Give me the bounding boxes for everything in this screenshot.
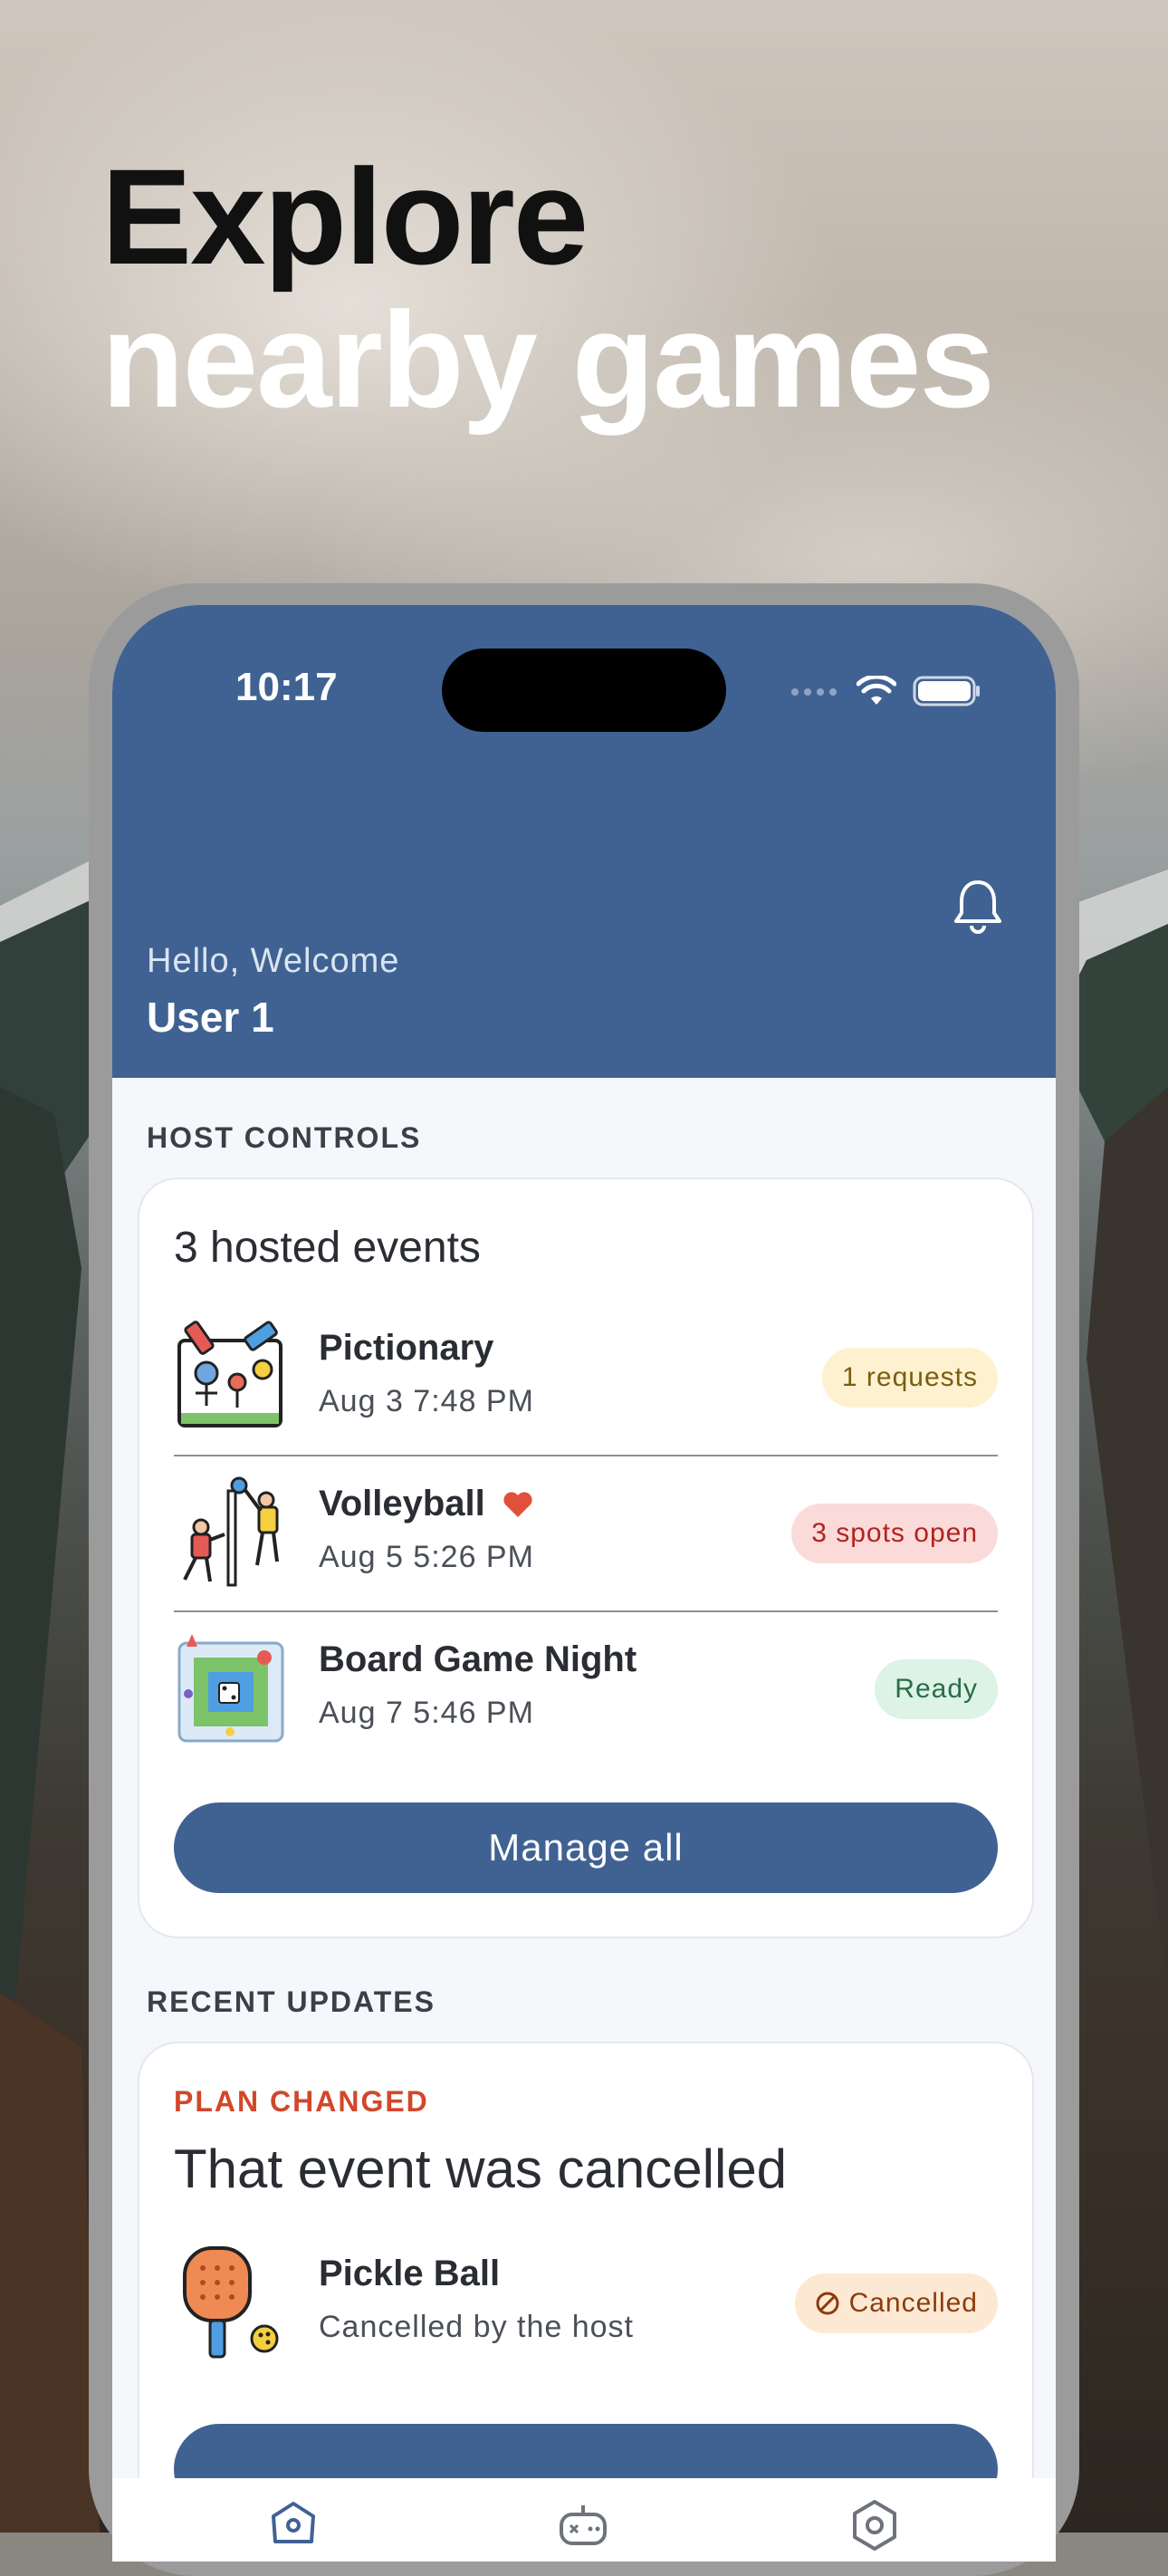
cancelled-badge: Cancelled [794, 2273, 998, 2333]
host-controls-label: HOST CONTROLS [147, 1121, 422, 1154]
event-row-volleyball[interactable]: Volleyball Aug 5 5:26 PM 3 spots open [174, 1456, 998, 1612]
hosted-events-card: 3 hosted events Pictionary Aug 3 7:48 PM… [138, 1177, 1034, 1938]
event-name-wrap: Volleyball [319, 1484, 534, 1524]
pickleball-icon [183, 2246, 279, 2359]
event-time: Aug 3 7:48 PM [319, 1384, 534, 1418]
heart-icon[interactable] [502, 1490, 534, 1519]
cancel-icon [816, 2292, 839, 2315]
event-name: Volleyball [319, 1484, 485, 1523]
event-name: Board Game Night [319, 1639, 637, 1679]
hosted-events-title: 3 hosted events [174, 1224, 481, 1272]
greeting-text: Hello, Welcome [147, 942, 400, 980]
promo-headline: Explore nearby games [101, 140, 995, 436]
wifi-icon [857, 676, 896, 705]
status-badge: 3 spots open [791, 1504, 998, 1563]
headline-line-1: Explore [101, 140, 589, 293]
board-game-icon [177, 1634, 284, 1743]
cancelled-event-row[interactable]: Pickle Ball Cancelled by the host Cancel… [174, 2226, 998, 2382]
battery-icon [913, 676, 980, 706]
status-time: 10:17 [235, 665, 338, 709]
pictionary-icon [177, 1321, 282, 1427]
tab-bar [112, 2478, 1056, 2562]
signal-icon [791, 688, 837, 696]
status-badge: 1 requests [821, 1348, 998, 1408]
event-row-pictionary[interactable]: Pictionary Aug 3 7:48 PM 1 requests [174, 1301, 998, 1456]
app-header: 10:17 Hello, Welcome User 1 [112, 605, 1056, 1078]
notification-bell-icon[interactable] [953, 877, 1003, 935]
event-row-board-game-night[interactable]: Board Game Night Aug 7 5:46 PM Ready [174, 1612, 998, 1768]
home-tab-icon[interactable] [266, 2498, 321, 2552]
event-name: Pictionary [319, 1328, 494, 1368]
recent-updates-label: RECENT UPDATES [147, 1985, 436, 2018]
settings-tab-icon[interactable] [847, 2498, 902, 2552]
app-screen: 10:17 Hello, Welcome User 1 HOST CONTROL… [112, 605, 1056, 2562]
event-detail: Cancelled by the host [319, 2310, 634, 2344]
volleyball-icon [183, 1476, 279, 1587]
games-tab-icon[interactable] [556, 2498, 610, 2552]
update-kicker: PLAN CHANGED [174, 2085, 429, 2118]
update-title: That event was cancelled [174, 2139, 788, 2199]
cancelled-badge-label: Cancelled [848, 2288, 978, 2318]
status-icons [790, 676, 981, 706]
dynamic-island [442, 649, 726, 732]
headline-line-2: nearby games [101, 284, 995, 436]
user-name: User 1 [147, 994, 274, 1041]
event-time: Aug 7 5:46 PM [319, 1696, 534, 1730]
event-name: Pickle Ball [319, 2254, 501, 2293]
event-time: Aug 5 5:26 PM [319, 1540, 534, 1574]
status-badge: Ready [875, 1659, 998, 1719]
manage-all-button[interactable]: Manage all [174, 1802, 998, 1893]
